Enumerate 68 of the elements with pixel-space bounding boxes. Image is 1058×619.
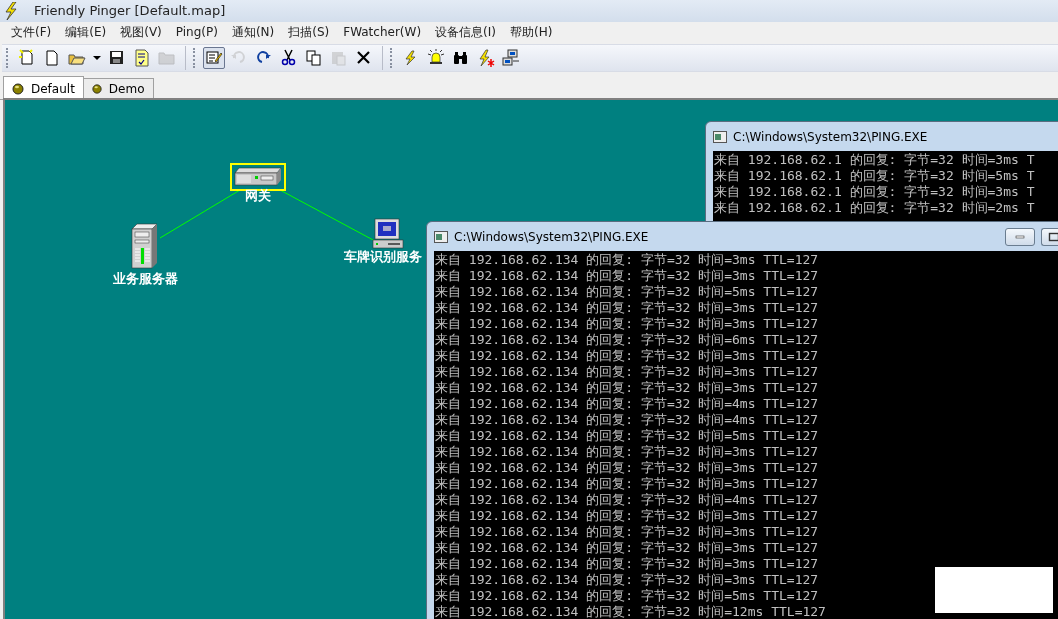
folder-icon (158, 49, 176, 67)
console-line: 来自 192.168.62.134 的回复: 字节=32 时间=3ms TTL=127 (435, 556, 819, 572)
menu-item[interactable]: 文件(F) (4, 23, 59, 41)
menu-item[interactable]: 帮助(H) (503, 23, 560, 41)
menu-item[interactable]: 视图(V) (113, 23, 169, 41)
console-line: 来自 192.168.62.134 的回复: 字节=32 时间=3ms TTL=127 (435, 380, 819, 396)
console-title: C:\Windows\System32\PING.EXE (733, 128, 928, 146)
tab[interactable]: Default (3, 76, 84, 100)
minimize-button[interactable] (1005, 227, 1035, 246)
new-document-icon (43, 49, 61, 67)
console-line: 来自 192.168.62.134 的回复: 字节=32 时间=3ms TTL=127 (435, 444, 819, 460)
console-title: C:\Windows\System32\PING.EXE (454, 228, 649, 246)
copy-icon (305, 49, 323, 67)
menu-item[interactable]: 设备信息(I) (428, 23, 503, 41)
node-label: 车牌识别服务 (344, 249, 422, 265)
binoculars-icon (452, 49, 470, 67)
maximize-icon (1047, 231, 1058, 242)
console-line: 来自 192.168.62.1 的回复: 字节=32 时间=3ms T (714, 184, 1035, 200)
console-line: 来自 192.168.62.1 的回复: 字节=32 时间=3ms T (714, 152, 1035, 168)
console-line: 来自 192.168.62.1 的回复: 字节=32 时间=5ms T (714, 168, 1035, 184)
console-line: 来自 192.168.62.134 的回复: 字节=32 时间=4ms TTL=127 (435, 492, 819, 508)
console-line: 来自 192.168.62.134 的回复: 字节=32 时间=3ms TTL=127 (435, 348, 819, 364)
console-line: 来自 192.168.62.134 的回复: 字节=32 时间=3ms TTL=127 (435, 300, 819, 316)
menu-item[interactable]: 扫描(S) (281, 23, 337, 41)
network-computers-button[interactable] (500, 47, 522, 69)
paste-icon (330, 49, 348, 67)
console-icon (713, 130, 727, 143)
console-line: 来自 192.168.62.134 的回复: 字节=32 时间=3ms TTL=127 (435, 524, 819, 540)
console-line: 来自 192.168.62.134 的回复: 字节=32 时间=12ms TTL=127 (435, 604, 826, 619)
edit-button[interactable] (203, 47, 225, 69)
scissors-icon (280, 49, 298, 67)
alarm-bell-icon (427, 49, 445, 67)
console-line: 来自 192.168.62.134 的回复: 字节=32 时间=3ms TTL=127 (435, 268, 819, 284)
menu-item[interactable]: 通知(N) (224, 23, 282, 41)
console-line: 来自 192.168.62.134 的回复: 字节=32 时间=3ms TTL=127 (435, 476, 819, 492)
network-computers-icon (502, 49, 520, 67)
notepad-icon (133, 49, 151, 67)
console-line: 来自 192.168.62.134 的回复: 字节=32 时间=4ms TTL=127 (435, 396, 819, 412)
console-line: 来自 192.168.62.134 的回复: 字节=32 时间=3ms TTL=127 (435, 508, 819, 524)
node-label: 网关 (244, 188, 272, 204)
console-line: 来自 192.168.62.134 的回复: 字节=32 时间=3ms TTL=127 (435, 252, 819, 268)
bulb-icon (12, 82, 24, 95)
node-label: 业务服务器 (111, 271, 179, 287)
save-icon (108, 49, 126, 67)
console-line: 来自 192.168.62.134 的回复: 字节=32 时间=3ms TTL=127 (435, 460, 819, 476)
window-title: Friendly Pinger [Default.map] (34, 2, 226, 21)
menu-item[interactable]: FWatcher(W) (336, 23, 429, 41)
lightning-star-icon (477, 49, 495, 67)
console-line: 来自 192.168.62.1 的回复: 字节=32 时间=2ms T (714, 200, 1035, 216)
console-line: 来自 192.168.62.134 的回复: 字节=32 时间=4ms TTL=127 (435, 412, 819, 428)
console-line: 来自 192.168.62.134 的回复: 字节=32 时间=6ms TTL=127 (435, 332, 819, 348)
menu-item[interactable]: 编辑(E) (58, 23, 114, 41)
console-line: 来自 192.168.62.134 的回复: 字节=32 时间=3ms TTL=127 (435, 540, 819, 556)
console-line: 来自 192.168.62.134 的回复: 字节=32 时间=5ms TTL=127 (435, 588, 819, 604)
console-icon (434, 230, 448, 243)
console-line: 来自 192.168.62.134 的回复: 字节=32 时间=3ms TTL=127 (435, 572, 819, 588)
caret-icon (93, 56, 101, 60)
lightning-icon (4, 2, 18, 20)
new-document-icon (18, 49, 36, 67)
bulb-icon (91, 84, 102, 94)
maximize-button[interactable] (1041, 227, 1058, 246)
menu-item[interactable]: Ping(P) (168, 23, 225, 41)
edit-icon (205, 49, 223, 67)
minimize-icon (1015, 234, 1025, 239)
console-line: 来自 192.168.62.134 的回复: 字节=32 时间=3ms TTL=127 (435, 316, 819, 332)
console-line: 来自 192.168.62.134 的回复: 字节=32 时间=5ms TTL=127 (435, 428, 819, 444)
console-line: 来自 192.168.62.134 的回复: 字节=32 时间=3ms TTL=127 (435, 364, 819, 380)
console-line: 来自 192.168.62.134 的回复: 字节=32 时间=5ms TTL=127 (435, 284, 819, 300)
